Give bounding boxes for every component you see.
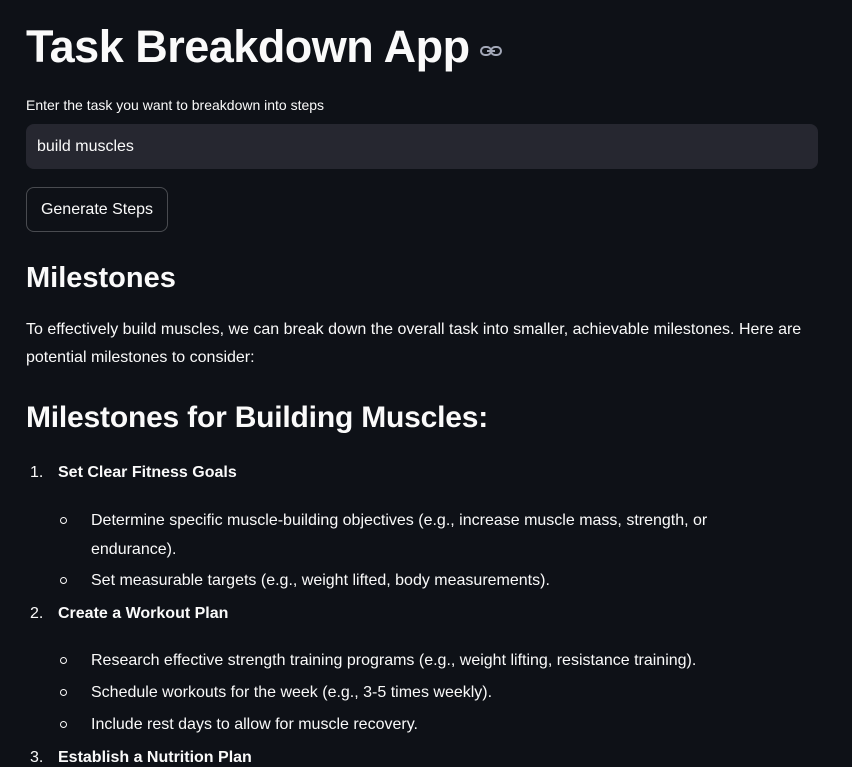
list-item-milestone-1: 1. Set Clear Fitness Goals — [26, 461, 237, 485]
hollow-bullet-icon — [60, 517, 67, 524]
list-number: 2. — [30, 605, 44, 622]
milestones-subheading: Milestones for Building Muscles: — [26, 401, 488, 434]
link-icon[interactable] — [479, 44, 502, 58]
hollow-bullet-icon — [60, 689, 67, 696]
list-item: Research effective strength training pro… — [60, 646, 780, 675]
list-item: Set measurable targets (e.g., weight lif… — [60, 566, 780, 595]
list-item-milestone-3: 3. Establish a Nutrition Plan — [26, 746, 252, 767]
generate-steps-button[interactable]: Generate Steps — [26, 187, 168, 232]
list-item-milestone-2: 2. Create a Workout Plan — [26, 602, 228, 626]
task-input[interactable] — [26, 124, 818, 169]
hollow-bullet-icon — [60, 657, 67, 664]
list-item: Include rest days to allow for muscle re… — [60, 710, 780, 739]
list-item: Determine specific muscle-building objec… — [60, 506, 780, 564]
milestone-title: Create a Workout Plan — [58, 605, 229, 622]
list-item-text: Include rest days to allow for muscle re… — [91, 716, 418, 733]
milestone-title: Set Clear Fitness Goals — [58, 464, 237, 481]
app-title: Task Breakdown App — [26, 21, 470, 72]
list-item: Schedule workouts for the week (e.g., 3-… — [60, 678, 780, 707]
list-item-text: Research effective strength training pro… — [91, 652, 697, 669]
intro-paragraph: To effectively build muscles, we can bre… — [26, 321, 802, 366]
hollow-bullet-icon — [60, 721, 67, 728]
main-container: Task Breakdown App Enter the task you wa… — [0, 0, 852, 767]
list-item-text: Set measurable targets (e.g., weight lif… — [91, 572, 550, 589]
list-number: 1. — [30, 464, 44, 481]
hollow-bullet-icon — [60, 577, 67, 584]
milestones-heading: Milestones — [26, 262, 176, 294]
title-row: Task Breakdown App — [26, 18, 502, 76]
milestone-title: Establish a Nutrition Plan — [58, 749, 252, 766]
list-item-text: Determine specific muscle-building objec… — [91, 512, 708, 558]
list-number: 3. — [30, 749, 44, 766]
list-item-text: Schedule workouts for the week (e.g., 3-… — [91, 684, 493, 701]
task-input-label: Enter the task you want to breakdown int… — [26, 97, 325, 113]
